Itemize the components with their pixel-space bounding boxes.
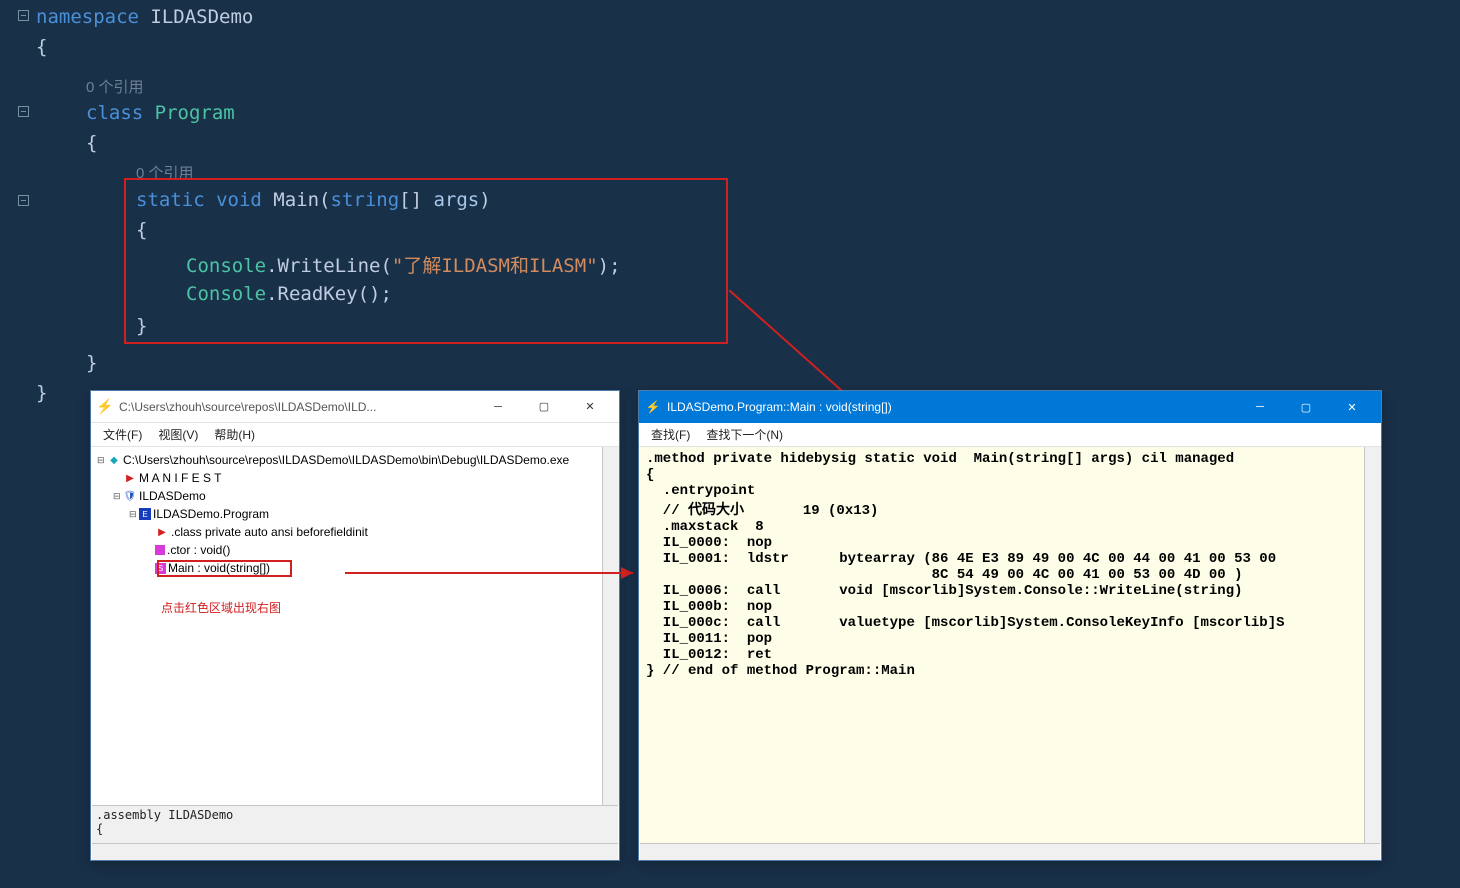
- scrollbar-horizontal[interactable]: [640, 843, 1380, 860]
- scrollbar-horizontal[interactable]: [92, 843, 618, 860]
- scrollbar-vertical[interactable]: [602, 447, 619, 805]
- fold-icon[interactable]: [18, 195, 29, 206]
- code-line: static void Main(string[] args): [136, 189, 491, 211]
- code-line: }: [86, 352, 97, 374]
- ilcode-body[interactable]: .method private hidebysig static void Ma…: [640, 447, 1364, 843]
- highlight-box: [157, 560, 292, 577]
- code-line: Console.WriteLine("了解ILDASM和ILASM");: [186, 251, 621, 278]
- fold-icon[interactable]: [18, 10, 29, 21]
- window-title: ILDASDemo.Program::Main : void(string[]): [667, 400, 892, 414]
- tree-namespace[interactable]: ⊟🛡ILDASDemo: [95, 487, 615, 505]
- codelens[interactable]: 0 个引用: [86, 76, 144, 97]
- code-editor: namespace ILDASDemo { 0 个引用 class Progra…: [0, 0, 1460, 420]
- assembly-pane: .assembly ILDASDemo {: [92, 805, 618, 843]
- menubar: 文件(F) 视图(V) 帮助(H): [91, 423, 619, 447]
- menu-findnext[interactable]: 查找下一个(N): [698, 426, 791, 443]
- tree-root[interactable]: ⊟◆C:\Users\zhouh\source\repos\ILDASDemo\…: [95, 451, 615, 469]
- code-line: {: [136, 219, 147, 241]
- app-icon: ⚡: [97, 399, 113, 415]
- minimize-button[interactable]: ─: [475, 392, 521, 422]
- menu-find[interactable]: 查找(F): [643, 426, 698, 443]
- menubar: 查找(F) 查找下一个(N): [639, 423, 1381, 447]
- tree-ctor[interactable]: .ctor : void(): [95, 541, 615, 559]
- tree[interactable]: ⊟◆C:\Users\zhouh\source\repos\ILDASDemo\…: [91, 447, 619, 803]
- code-line: {: [86, 132, 97, 154]
- tree-manifest[interactable]: ▶M A N I F E S T: [95, 469, 615, 487]
- close-button[interactable]: ✕: [1329, 392, 1375, 422]
- scrollbar-vertical[interactable]: [1364, 447, 1381, 843]
- code-line: namespace ILDASDemo: [36, 6, 253, 28]
- app-icon: ⚡: [645, 399, 661, 415]
- close-button[interactable]: ✕: [567, 392, 613, 422]
- code-line: }: [136, 315, 147, 337]
- code-line: }: [36, 382, 47, 404]
- fold-icon[interactable]: [18, 106, 29, 117]
- titlebar[interactable]: ⚡ C:\Users\zhouh\source\repos\ILDASDemo\…: [91, 391, 619, 423]
- tree-class[interactable]: ⊟EILDASDemo.Program: [95, 505, 615, 523]
- minimize-button[interactable]: ─: [1237, 392, 1283, 422]
- maximize-button[interactable]: ▢: [1283, 392, 1329, 422]
- menu-view[interactable]: 视图(V): [150, 426, 206, 443]
- ildasm-window: ⚡ C:\Users\zhouh\source\repos\ILDASDemo\…: [90, 390, 620, 861]
- code-line: {: [36, 36, 47, 58]
- annotation-text: 点击红色区域出现右图: [161, 599, 281, 616]
- code-line: class Program: [86, 102, 235, 124]
- ilcode-window: ⚡ ILDASDemo.Program::Main : void(string[…: [638, 390, 1382, 861]
- code-line: Console.ReadKey();: [186, 283, 392, 305]
- menu-file[interactable]: 文件(F): [95, 426, 150, 443]
- titlebar[interactable]: ⚡ ILDASDemo.Program::Main : void(string[…: [639, 391, 1381, 423]
- maximize-button[interactable]: ▢: [521, 392, 567, 422]
- window-title: C:\Users\zhouh\source\repos\ILDASDemo\IL…: [119, 400, 376, 414]
- menu-help[interactable]: 帮助(H): [206, 426, 263, 443]
- tree-classdecl[interactable]: ▶.class private auto ansi beforefieldini…: [95, 523, 615, 541]
